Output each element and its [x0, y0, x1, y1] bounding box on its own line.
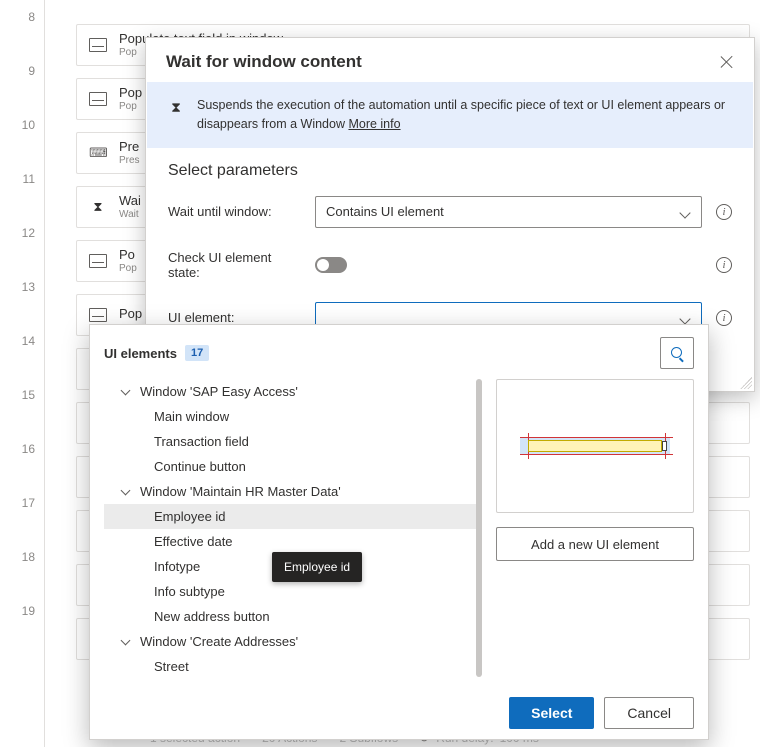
- ui-element-picker: UI elements 17 Window 'SAP Easy Access' M…: [89, 324, 709, 740]
- cancel-button[interactable]: Cancel: [604, 697, 694, 729]
- close-icon[interactable]: [720, 55, 734, 69]
- action-icon: [89, 308, 107, 322]
- resize-grip[interactable]: [740, 377, 752, 389]
- tree-item[interactable]: Main window: [104, 404, 482, 429]
- info-icon[interactable]: [716, 204, 732, 220]
- action-icon: [89, 38, 107, 52]
- chevron-down-icon: [122, 637, 132, 647]
- ui-element-preview: [496, 379, 694, 513]
- ui-element-tree[interactable]: Window 'SAP Easy Access' Main windowTrans…: [104, 379, 482, 677]
- add-ui-element-button[interactable]: Add a new UI element: [496, 527, 694, 561]
- tree-item[interactable]: Employee id: [104, 504, 482, 529]
- chevron-down-icon: [681, 207, 691, 217]
- tree-item[interactable]: Transaction field: [104, 429, 482, 454]
- search-icon: [670, 346, 684, 360]
- chevron-down-icon: [681, 313, 691, 323]
- dialog-title: Wait for window content: [166, 52, 362, 72]
- action-icon: [89, 254, 107, 268]
- select-parameters-heading: Select parameters: [168, 162, 732, 180]
- tree-item[interactable]: Street: [104, 654, 482, 677]
- picker-title: UI elements: [104, 346, 177, 361]
- chevron-down-icon: [122, 387, 132, 397]
- tree-item[interactable]: Continue button: [104, 454, 482, 479]
- tree-group-label: Window 'Maintain HR Master Data': [140, 484, 341, 499]
- wait-until-value: Contains UI element: [326, 204, 444, 219]
- more-info-link[interactable]: More info: [348, 117, 400, 131]
- wait-until-select[interactable]: Contains UI element: [315, 196, 702, 228]
- tree-group[interactable]: Window 'SAP Easy Access': [104, 379, 482, 404]
- scrollbar[interactable]: [476, 379, 482, 677]
- hourglass-icon: ⧗: [169, 97, 183, 134]
- tree-group[interactable]: Window 'Create Addresses': [104, 629, 482, 654]
- tree-item[interactable]: Info subtype: [104, 579, 482, 604]
- tree-group-label: Window 'Create Addresses': [140, 634, 298, 649]
- wait-until-label: Wait until window:: [168, 204, 303, 219]
- info-icon[interactable]: [716, 310, 732, 326]
- chevron-down-icon: [122, 487, 132, 497]
- tree-item[interactable]: New address button: [104, 604, 482, 629]
- tree-item[interactable]: Infotype: [104, 554, 482, 579]
- action-icon: [89, 92, 107, 106]
- action-icon: ⧗: [89, 199, 107, 215]
- info-text: Suspends the execution of the automation…: [197, 98, 725, 131]
- action-icon: ⌨: [89, 145, 107, 161]
- info-banner: ⧗ Suspends the execution of the automati…: [147, 82, 753, 148]
- ui-element-count-badge: 17: [185, 345, 209, 361]
- search-button[interactable]: [660, 337, 694, 369]
- tree-group-label: Window 'SAP Easy Access': [140, 384, 298, 399]
- check-state-label: Check UI element state:: [168, 250, 303, 280]
- tree-item[interactable]: Effective date: [104, 529, 482, 554]
- select-button[interactable]: Select: [509, 697, 594, 729]
- info-icon[interactable]: [716, 257, 732, 273]
- line-number-gutter: 8910111213141516171819: [0, 0, 45, 747]
- ui-element-label: UI element:: [168, 310, 303, 325]
- check-state-toggle[interactable]: [315, 257, 347, 273]
- tree-group[interactable]: Window 'Maintain HR Master Data': [104, 479, 482, 504]
